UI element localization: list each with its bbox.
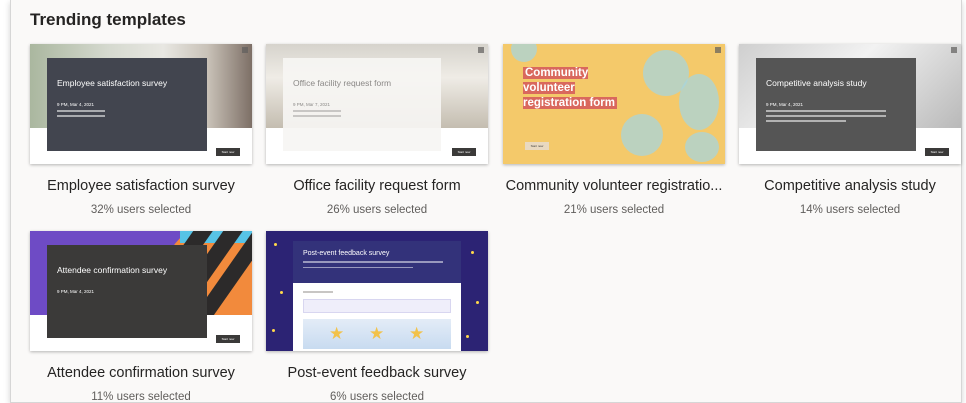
usage-stat: 6% users selected xyxy=(330,391,424,403)
card-title[interactable]: Competitive analysis study xyxy=(739,178,961,194)
usage-stat: 32% users selected xyxy=(90,204,192,216)
template-thumbnail[interactable]: Post-event feedback survey ★ ★ ★ xyxy=(266,231,488,351)
badge-icon xyxy=(478,47,484,53)
card-title[interactable]: Community volunteer registratio... xyxy=(503,178,725,194)
usage-stat: 26% users selected xyxy=(326,204,428,216)
template-thumbnail[interactable]: Community volunteer registration form St… xyxy=(503,44,725,164)
template-card-office-facility[interactable]: Office facility request form 9 PM, Mar 7… xyxy=(266,44,488,216)
start-now-button: Start now xyxy=(216,335,240,343)
usage-stat: 14% users selected xyxy=(799,204,901,216)
start-now-button: Start now xyxy=(925,148,949,156)
card-title[interactable]: Employee satisfaction survey xyxy=(30,178,252,194)
thumbnail-form-body: ★ ★ ★ xyxy=(293,283,461,351)
card-title[interactable]: Office facility request form xyxy=(266,178,488,194)
thumbnail-title: Community volunteer registration form xyxy=(523,67,618,109)
template-card-community-volunteer[interactable]: Community volunteer registration form St… xyxy=(503,44,725,216)
thumbnail-form-header: Employee satisfaction survey 9 PM, Mar 4… xyxy=(47,58,207,151)
thumbnail-form-header: Competitive analysis study 9 PM, Mar 4, … xyxy=(756,58,916,151)
badge-icon xyxy=(242,47,248,53)
star-icon: ★ xyxy=(409,324,425,343)
card-title[interactable]: Post-event feedback survey xyxy=(266,365,488,381)
template-thumbnail[interactable]: Office facility request form 9 PM, Mar 7… xyxy=(266,44,488,164)
start-now-button: Start now xyxy=(216,148,240,156)
template-thumbnail[interactable]: Employee satisfaction survey 9 PM, Mar 4… xyxy=(30,44,252,164)
template-card-employee-satisfaction[interactable]: Employee satisfaction survey 9 PM, Mar 4… xyxy=(30,44,252,216)
template-thumbnail[interactable]: Competitive analysis study 9 PM, Mar 4, … xyxy=(739,44,961,164)
card-title[interactable]: Attendee confirmation survey xyxy=(30,365,252,381)
star-icon: ★ xyxy=(369,324,385,343)
template-card-attendee-confirmation[interactable]: Attendee confirmation survey 9 PM, Mar 4… xyxy=(30,231,252,403)
template-card-post-event-feedback[interactable]: Post-event feedback survey ★ ★ ★ Post-ev… xyxy=(266,231,488,403)
start-now-button: Start now xyxy=(452,148,476,156)
start-now-button: Start now xyxy=(525,142,549,150)
section-heading: Trending templates xyxy=(30,10,186,29)
template-card-competitive-analysis[interactable]: Competitive analysis study 9 PM, Mar 4, … xyxy=(739,44,961,216)
usage-stat: 11% users selected xyxy=(91,391,191,403)
star-icon: ★ xyxy=(329,324,345,343)
thumbnail-form-header: Office facility request form 9 PM, Mar 7… xyxy=(283,58,441,151)
thumbnail-form-header: Post-event feedback survey xyxy=(293,241,461,283)
badge-icon xyxy=(951,47,957,53)
badge-icon xyxy=(715,47,721,53)
usage-stat: 21% users selected xyxy=(563,204,665,216)
template-thumbnail[interactable]: Attendee confirmation survey 9 PM, Mar 4… xyxy=(30,231,252,351)
thumbnail-form-header: Attendee confirmation survey 9 PM, Mar 4… xyxy=(47,245,207,338)
